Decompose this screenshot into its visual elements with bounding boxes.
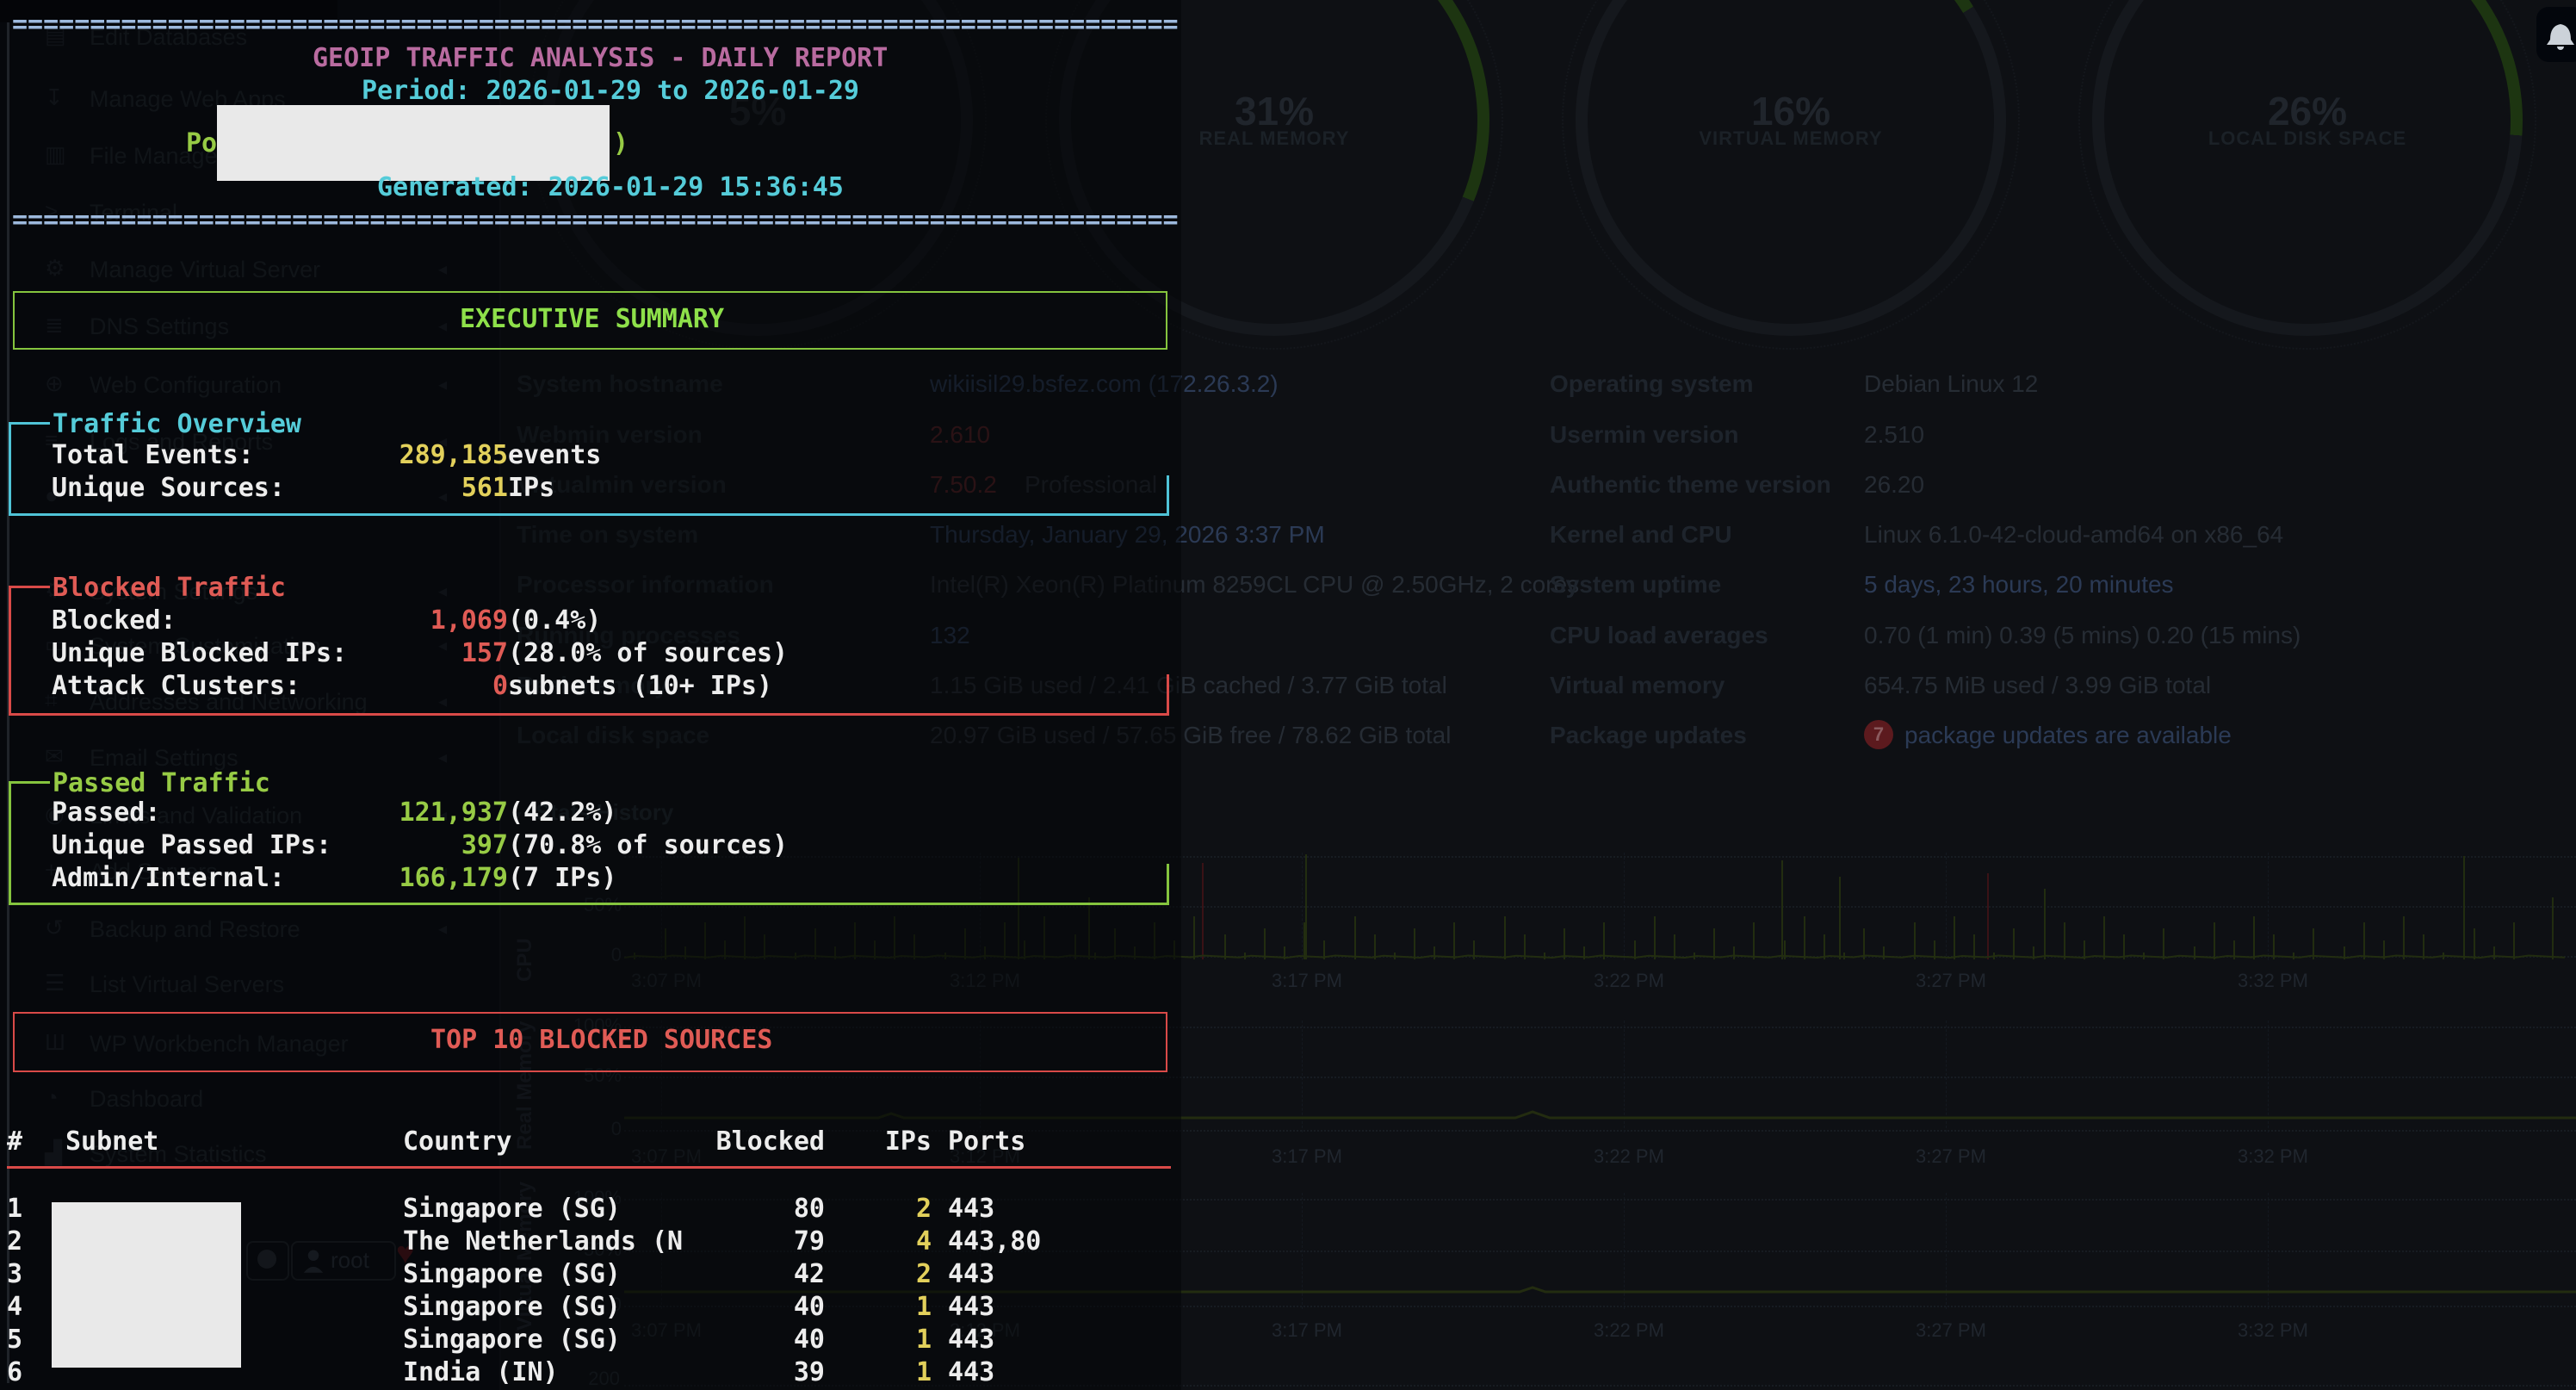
package-updates-link[interactable]: package updates are available xyxy=(1904,722,2232,749)
table-header: # Subnet Country Blocked IPs Ports xyxy=(7,1126,1174,1158)
separator-line: ========================================… xyxy=(12,204,1179,237)
stat-row: Blocked:1,069 (0.4%) xyxy=(52,605,1171,637)
stat-row: Unique Blocked IPs:157 (28.0% of sources… xyxy=(52,637,1171,670)
stat-row: Unique Sources:561 IPs xyxy=(52,472,1171,505)
passed-traffic-title: Passed Traffic xyxy=(53,767,270,800)
report-period: Period: 2026-01-29 to 2026-01-29 xyxy=(362,75,859,108)
redacted-line-suffix: ) xyxy=(613,127,629,160)
local-disk-gauge: 26% LOCAL DISK SPACE xyxy=(2092,0,2523,336)
report-generated: Generated: 2026-01-29 15:36:45 xyxy=(377,171,844,204)
redaction-box-header xyxy=(217,105,610,181)
bell-icon xyxy=(2540,14,2576,55)
virtual-memory-gauge: 16% VIRTUAL MEMORY xyxy=(1576,0,2006,336)
screen: ▤Edit Databases ↧Manage Web Apps ▥File M… xyxy=(0,0,2576,1390)
blocked-traffic-title: Blocked Traffic xyxy=(53,572,286,605)
stat-row: Admin/Internal:166,179 (7 IPs) xyxy=(52,862,1171,895)
report-title: GEOIP TRAFFIC ANALYSIS - DAILY REPORT xyxy=(313,42,888,75)
stat-row: Unique Passed IPs:397 (70.8% of sources) xyxy=(52,829,1171,862)
terminal-report[interactable]: ========================================… xyxy=(0,0,1181,1390)
traffic-overview-title: Traffic Overview xyxy=(53,408,301,441)
gauge-label: VIRTUAL MEMORY xyxy=(1653,127,1929,150)
executive-summary-title: EXECUTIVE SUMMARY xyxy=(460,303,724,336)
redaction-box-subnets xyxy=(52,1202,241,1368)
stat-row: Passed:121,937 (42.2%) xyxy=(52,797,1171,829)
top10-title: TOP 10 BLOCKED SOURCES xyxy=(430,1024,772,1057)
package-updates-badge: 7 xyxy=(1864,720,1893,749)
separator-line: ========================================… xyxy=(12,9,1179,41)
stat-row: Attack Clusters:0 subnets (10+ IPs) xyxy=(52,670,1171,703)
stat-row: Total Events:289,185 events xyxy=(52,439,1171,472)
gauge-label: LOCAL DISK SPACE xyxy=(2170,127,2445,150)
notifications-button[interactable] xyxy=(2536,7,2576,62)
table-rule xyxy=(7,1166,1171,1169)
redacted-line-prefix: Po xyxy=(186,127,217,160)
